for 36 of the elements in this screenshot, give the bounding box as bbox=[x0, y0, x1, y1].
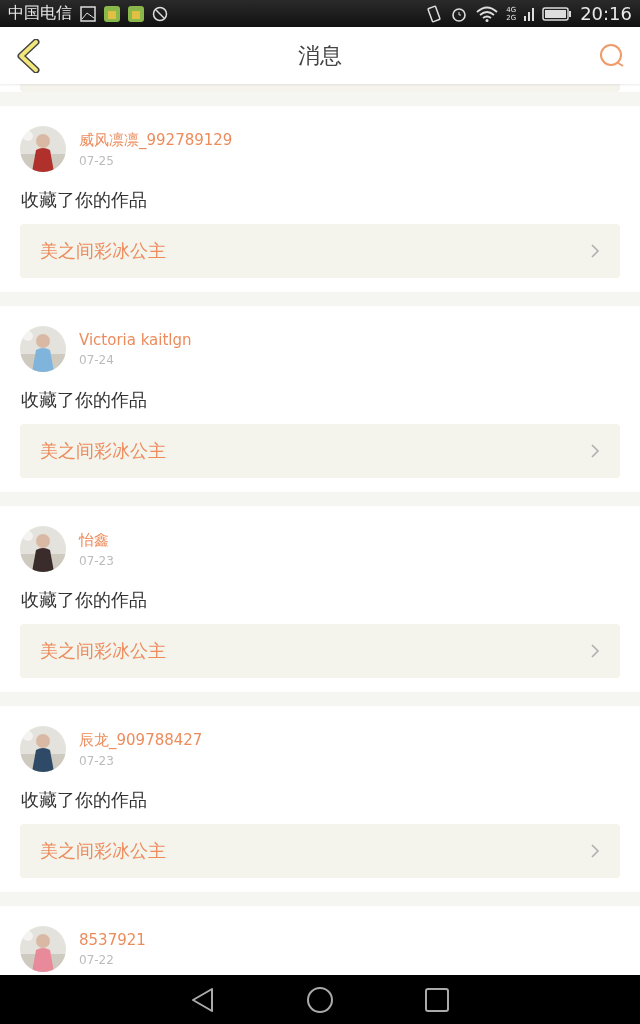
clock-time: 20:16 bbox=[580, 3, 632, 24]
user-name[interactable]: 威风凛凛_992789129 bbox=[79, 130, 233, 150]
work-link[interactable]: 美之间彩冰公主 bbox=[20, 624, 620, 678]
chevron-right-icon bbox=[590, 443, 600, 459]
user-name[interactable]: Victoria kaitlgn bbox=[79, 331, 192, 349]
message-text: 收藏了你的作品 bbox=[21, 588, 148, 612]
back-nav-button[interactable] bbox=[190, 986, 216, 1013]
user-name[interactable]: 怡鑫 bbox=[79, 530, 114, 550]
work-link[interactable]: 美之间彩冰公主 bbox=[20, 424, 620, 478]
user-name[interactable]: 8537921 bbox=[79, 931, 146, 949]
gallery-icon bbox=[80, 5, 96, 22]
signal-icon bbox=[524, 5, 535, 22]
work-link[interactable]: 美之间彩冰公主 bbox=[20, 224, 620, 278]
carrier-name: 中国电信 bbox=[8, 3, 72, 24]
chevron-right-icon bbox=[590, 843, 600, 859]
app-icon bbox=[128, 5, 144, 22]
message-date: 07-24 bbox=[79, 353, 115, 367]
page-title: 消息 bbox=[298, 41, 342, 70]
no-sign-icon bbox=[152, 5, 168, 22]
wifi-icon bbox=[476, 5, 499, 22]
message-date: 07-23 bbox=[79, 753, 115, 768]
user-name[interactable]: 辰龙_909788427 bbox=[79, 730, 203, 750]
home-nav-button[interactable] bbox=[306, 985, 334, 1014]
message-date: 07-23 bbox=[79, 553, 114, 568]
work-link[interactable]: 美之间彩冰公主 bbox=[20, 824, 620, 878]
message-text: 收藏了你的作品 bbox=[21, 188, 148, 212]
chevron-right-icon bbox=[590, 643, 600, 659]
recents-nav-button[interactable] bbox=[424, 986, 450, 1013]
message-text: 收藏了你的作品 bbox=[21, 388, 148, 412]
message-date: 07-22 bbox=[79, 953, 115, 967]
message-date: 07-25 bbox=[79, 153, 115, 168]
chevron-right-icon bbox=[590, 243, 600, 259]
app-icon bbox=[104, 5, 120, 22]
battery-icon bbox=[542, 6, 573, 21]
vibrate-icon bbox=[426, 4, 443, 23]
message-text: 收藏了你的作品 bbox=[21, 788, 148, 812]
